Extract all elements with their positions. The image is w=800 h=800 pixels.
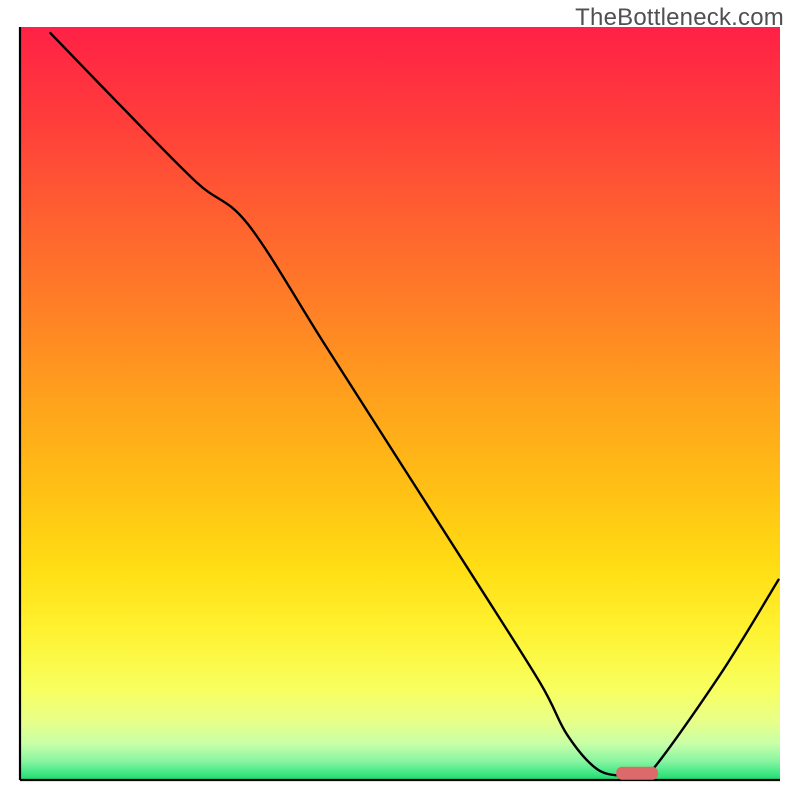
optimal-range-marker xyxy=(616,767,658,780)
chart-container: TheBottleneck.com xyxy=(0,0,800,800)
gradient-background xyxy=(20,27,780,780)
bottleneck-chart-svg xyxy=(0,0,800,800)
watermark-text: TheBottleneck.com xyxy=(575,4,784,32)
